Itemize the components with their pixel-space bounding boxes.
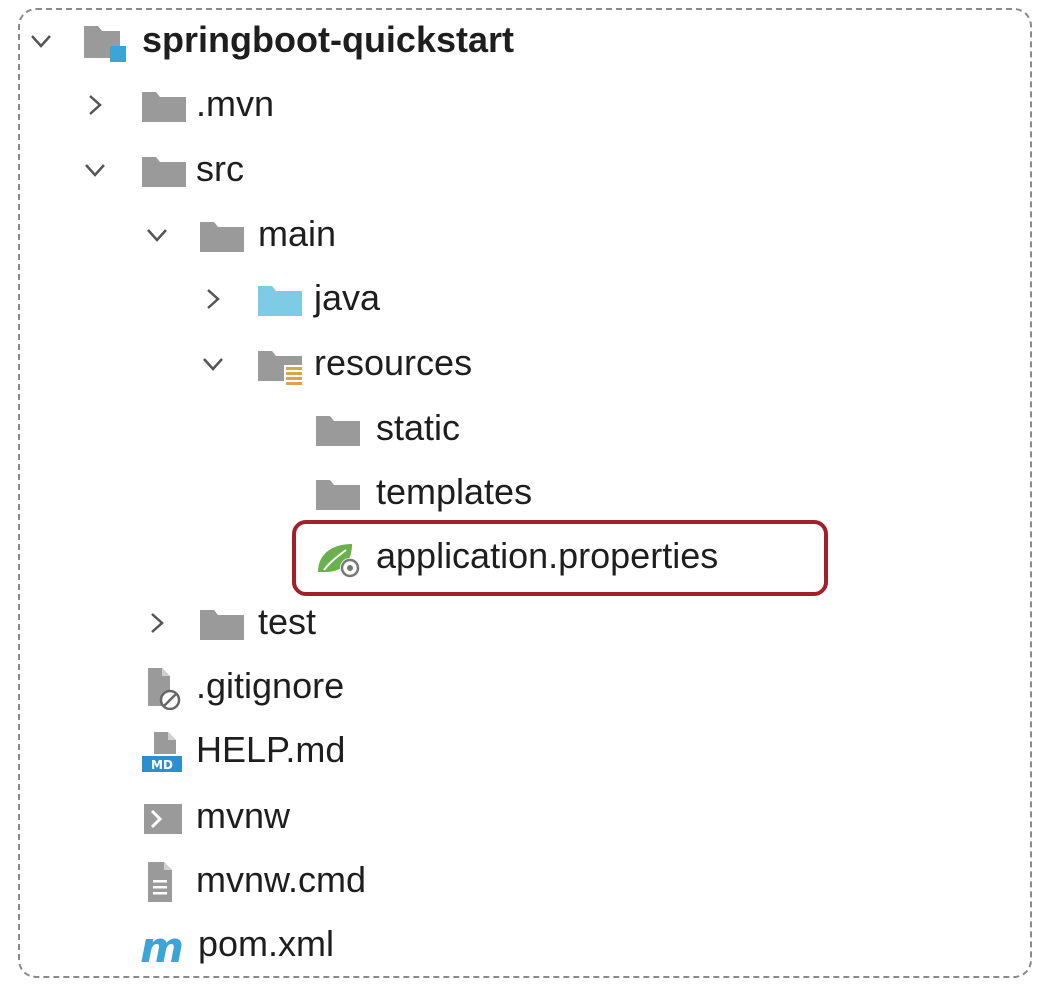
tree-item-templates[interactable]: templates [0,464,1054,528]
tree-item-label: mvnw [196,795,291,836]
source-folder-icon [258,286,302,316]
tree-item-label: main [258,213,337,254]
resources-folder-icon [258,351,304,385]
folder-icon [200,610,244,640]
tree-item-pom-xml[interactable]: m pom.xml [0,916,1054,980]
tree-item-label: static [376,407,461,448]
chevron-down-icon[interactable] [80,155,110,185]
markdown-file-icon: MD [142,732,182,772]
tree-item-gitignore[interactable]: .gitignore [0,658,1054,722]
tree-item-label: templates [376,471,533,512]
svg-text:MD: MD [151,758,173,772]
tree-item-src[interactable]: src [0,141,1054,205]
folder-icon [142,157,186,187]
maven-icon: m [140,924,184,968]
tree-item-resources[interactable]: resources [0,335,1054,399]
tree-item-test[interactable]: test [0,594,1054,658]
tree-item-main[interactable]: main [0,206,1054,270]
tree-item-label: src [196,148,244,189]
tree-item-mvnw-cmd[interactable]: mvnw.cmd [0,852,1054,916]
folder-icon [316,480,360,510]
tree-item-label: HELP.md [196,729,346,770]
tree-item-label: resources [314,342,473,383]
tree-item-mvnw[interactable]: mvnw [0,788,1054,852]
tree-item-label: .gitignore [196,665,345,706]
tree-item-label: java [314,277,381,318]
project-tree: springboot-quickstart .mvn src main java… [0,0,1054,990]
tree-item-label: .mvn [196,83,275,124]
ignore-file-icon [148,668,181,710]
folder-icon [200,222,244,252]
tree-item-mvn[interactable]: .mvn [0,76,1054,140]
chevron-down-icon[interactable] [142,220,172,250]
folder-icon [142,92,186,122]
tree-item-help-md[interactable]: MD HELP.md [0,722,1054,786]
shell-script-icon [144,804,182,834]
tree-item-label: test [258,601,317,642]
folder-icon [316,416,360,446]
tree-item-static[interactable]: static [0,400,1054,464]
chevron-right-icon[interactable] [80,90,110,120]
chevron-right-icon[interactable] [142,608,172,638]
chevron-down-icon[interactable] [198,349,228,379]
tree-item-springboot-quickstart[interactable]: springboot-quickstart [0,12,1054,76]
module-folder-icon [84,26,126,62]
tree-item-label: mvnw.cmd [196,859,367,900]
tree-item-java[interactable]: java [0,270,1054,334]
highlight-box [292,520,828,596]
chevron-right-icon[interactable] [198,284,228,314]
svg-text:m: m [140,924,184,968]
text-file-icon [148,862,172,902]
tree-item-label: pom.xml [198,923,335,964]
chevron-down-icon[interactable] [26,26,56,56]
tree-item-label: springboot-quickstart [142,19,515,60]
